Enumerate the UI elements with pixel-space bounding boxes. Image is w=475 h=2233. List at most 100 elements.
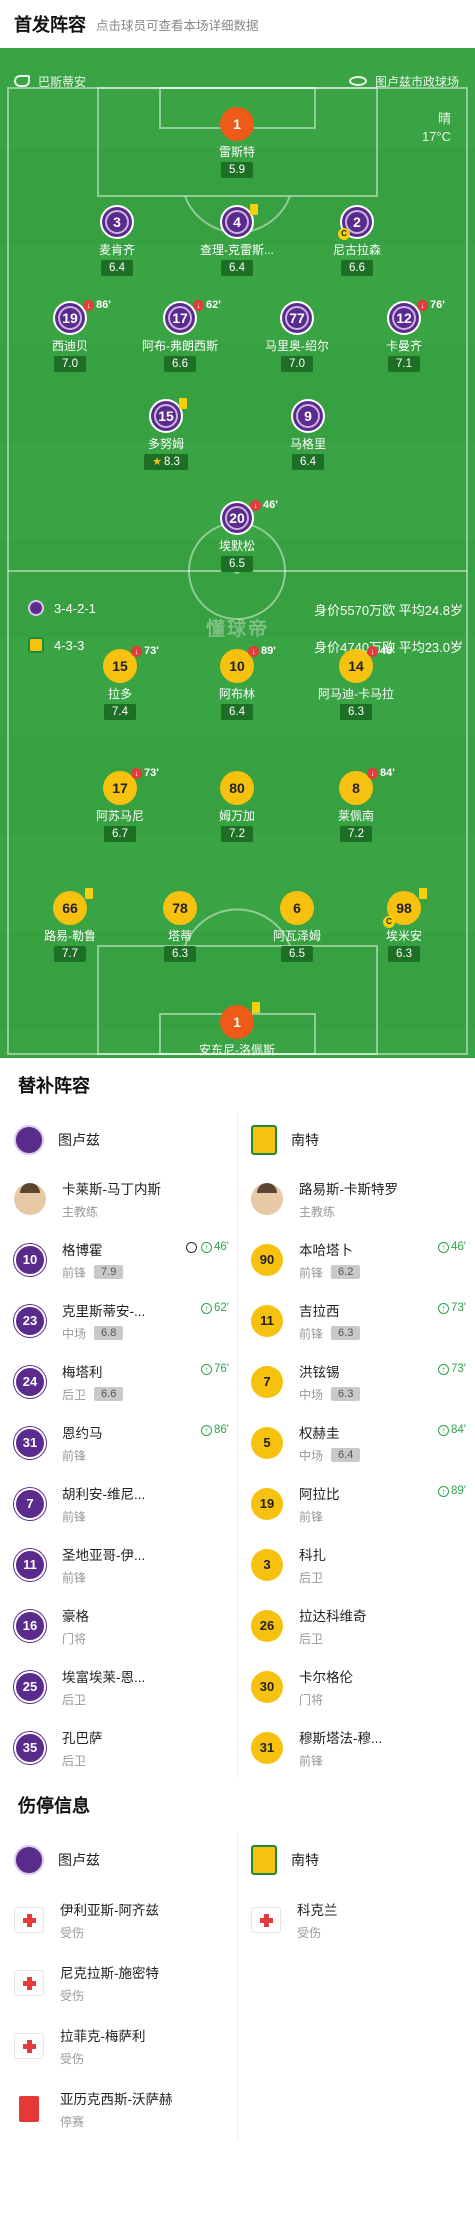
whistle-icon	[14, 75, 30, 87]
player-rating-badge: 6.7	[104, 826, 136, 842]
sub-position: 前锋	[299, 1326, 324, 1341]
player-number: 12	[396, 310, 412, 326]
player-rating: 6.4	[300, 456, 316, 468]
injury-status-line: 受伤	[60, 1924, 159, 1941]
away-player[interactable]: 78 塔蒂 6.3	[125, 891, 235, 962]
sub-position: 主教练	[299, 1204, 336, 1219]
player-number-badge: 3	[100, 205, 134, 239]
injury-row[interactable]: 尼克拉斯-施密特 受伤	[0, 1951, 237, 2014]
away-player[interactable]: 66 路易-勒鲁 7.7	[15, 888, 125, 962]
home-player[interactable]: 9 马格里 6.4	[253, 399, 363, 470]
player-rating: 6.6	[172, 358, 188, 370]
sub-number-badge: 7	[251, 1365, 283, 1398]
sub-number-badge: 5	[251, 1426, 283, 1459]
player-rating: 6.5	[229, 558, 245, 570]
injury-row[interactable]: 伊利亚斯-阿齐兹 受伤	[0, 1888, 237, 1951]
home-player[interactable]: 1 雷斯特 5.9	[182, 107, 292, 178]
sub-position: 门将	[299, 1692, 324, 1707]
player-name: 阿瓦泽姆	[272, 929, 321, 943]
sub-row[interactable]: 16 豪格 门将	[0, 1595, 237, 1656]
sub-row[interactable]: 3 科扎 后卫	[237, 1534, 474, 1595]
player-number-badge: 1	[220, 107, 254, 141]
sub-row[interactable]: 31 穆斯塔法-穆... 前锋	[237, 1717, 474, 1778]
home-player[interactable]: 2 C 尼古拉森 6.6	[302, 205, 412, 276]
sub-name: 洪铉锡	[299, 1364, 340, 1380]
sub-out-minute: 89'	[261, 645, 276, 657]
sub-row[interactable]: 7 洪铉锡 中场 6.3 ↑ 73'	[237, 1351, 474, 1412]
sub-info: 路易斯-卡斯特罗 主教练	[299, 1178, 398, 1220]
sub-row[interactable]: 23 克里斯蒂安-... 中场 6.8 ↑ 62'	[0, 1290, 237, 1351]
player-name: 西迪贝	[51, 339, 88, 353]
player-number-badge: 8 ↓ 84'	[339, 767, 395, 805]
home-player[interactable]: 20 ↓ 46' 埃默松 6.5	[182, 499, 292, 572]
sub-out-indicator: ↓ 62'	[193, 299, 221, 311]
player-name: 多努姆	[147, 437, 184, 451]
subs-away-team-header[interactable]: 南特	[237, 1112, 474, 1168]
sub-position-line: 门将	[62, 1630, 89, 1647]
away-player[interactable]: 14 ↓ 46' 阿马迪-卡马拉 6.3	[301, 645, 411, 720]
injury-row[interactable]: 科克兰 受伤	[237, 1888, 474, 1951]
sub-position-line: 中场 6.8	[62, 1325, 145, 1342]
away-player[interactable]: 98 C 埃米安 6.3	[349, 888, 459, 962]
sub-name: 梅塔利	[62, 1364, 103, 1380]
sub-in-arrow-icon: ↑	[438, 1485, 449, 1497]
sub-info: 克里斯蒂安-... 中场 6.8	[62, 1300, 145, 1342]
sub-position: 前锋	[299, 1265, 324, 1280]
sub-position: 中场	[299, 1448, 324, 1463]
away-player[interactable]: 1安东尼-洛佩斯6.9	[182, 1002, 292, 1058]
player-name: 莱佩南	[337, 809, 374, 823]
sub-name: 科扎	[299, 1547, 326, 1563]
sub-row[interactable]: 31 恩约马 前锋 ↑ 86'	[0, 1412, 237, 1473]
player-rating: 7.0	[62, 358, 78, 370]
away-player[interactable]: 8 ↓ 84' 莱佩南 7.2	[301, 767, 411, 842]
home-player[interactable]: 19 ↓ 86' 西迪贝 7.0	[15, 299, 125, 372]
injuries-home-team-header[interactable]: 图卢兹	[0, 1832, 237, 1888]
injury-row[interactable]: 亚历克西斯-沃萨赫 停赛	[0, 2077, 237, 2140]
lineup-header: 首发阵容 点击球员可查看本场详细数据	[0, 0, 475, 48]
player-number: 98	[396, 900, 412, 916]
sub-row[interactable]: 11 吉拉西 前锋 6.3 ↑ 73'	[237, 1290, 474, 1351]
injury-row[interactable]: 拉菲克-梅萨利 受伤	[0, 2014, 237, 2077]
home-player[interactable]: 4 查理-克雷斯... 6.4	[182, 204, 292, 276]
away-player[interactable]: 10 ↓ 89' 阿布林 6.4	[182, 645, 292, 720]
away-player[interactable]: 17 ↓ 73' 阿苏马尼 6.7	[65, 767, 175, 842]
injuries-away-team-header[interactable]: 南特	[237, 1832, 474, 1888]
sub-row[interactable]: 10 格博霍 前锋 7.9 ↑ 46'	[0, 1229, 237, 1290]
away-player[interactable]: 80 姆万加 7.2	[182, 771, 292, 842]
sub-rating: 6.2	[331, 1265, 361, 1279]
away-player[interactable]: 6 阿瓦泽姆 6.5	[242, 891, 352, 962]
sub-row[interactable]: 11 圣地亚哥-伊... 前锋	[0, 1534, 237, 1595]
sub-info: 格博霍 前锋 7.9	[62, 1239, 124, 1281]
sub-row[interactable]: 19 阿拉比 前锋 ↑ 89'	[237, 1473, 474, 1534]
player-name: 马里奥-绍尔	[265, 339, 329, 353]
sub-name: 卡尔格伦	[299, 1669, 353, 1685]
player-number-badge: 17 ↓ 73'	[103, 767, 159, 805]
coach-row[interactable]: 路易斯-卡斯特罗 主教练	[237, 1168, 474, 1229]
sub-position: 中场	[299, 1387, 324, 1402]
sub-row[interactable]: 90 本哈塔卜 前锋 6.2 ↑ 46'	[237, 1229, 474, 1290]
sub-row[interactable]: 24 梅塔利 后卫 6.6 ↑ 76'	[0, 1351, 237, 1412]
home-player[interactable]: 77 马里奥-绍尔 7.0	[242, 301, 352, 372]
home-player[interactable]: 17 ↓ 62' 阿布-弗朗西斯 6.6	[125, 299, 235, 372]
away-player[interactable]: 15 ↓ 73' 拉多 7.4	[65, 645, 175, 720]
injury-status: 受伤	[60, 1988, 85, 2003]
sub-row[interactable]: 30 卡尔格伦 门将	[237, 1656, 474, 1717]
sub-position-line: 后卫	[299, 1630, 367, 1647]
sub-row[interactable]: 7 胡利安-维尼... 前锋	[0, 1473, 237, 1534]
sub-name: 拉达科维奇	[299, 1608, 367, 1624]
coach-row[interactable]: 卡莱斯-马丁内斯 主教练	[0, 1168, 237, 1229]
home-player[interactable]: 12 ↓ 76' 卡曼齐 7.1	[349, 299, 459, 372]
sub-row[interactable]: 26 拉达科维奇 后卫	[237, 1595, 474, 1656]
home-player[interactable]: 3 麦肯齐 6.4	[62, 205, 172, 276]
sub-out-indicator: ↓ 46'	[367, 645, 395, 657]
sub-row[interactable]: 25 埃富埃莱-恩... 后卫	[0, 1656, 237, 1717]
sub-out-arrow-icon: ↓	[417, 299, 428, 311]
sub-out-arrow-icon: ↓	[367, 767, 378, 779]
player-name: 卡曼齐	[385, 339, 422, 353]
player-number-badge: 78	[163, 891, 197, 925]
sub-row[interactable]: 35 孔巴萨 后卫	[0, 1717, 237, 1778]
player-rating-badge: 7.4	[104, 704, 136, 720]
subs-home-team-header[interactable]: 图卢兹	[0, 1112, 237, 1168]
home-player[interactable]: 15 多努姆 ★ 8.3	[111, 398, 221, 470]
sub-row[interactable]: 5 权赫圭 中场 6.4 ↑ 84'	[237, 1412, 474, 1473]
